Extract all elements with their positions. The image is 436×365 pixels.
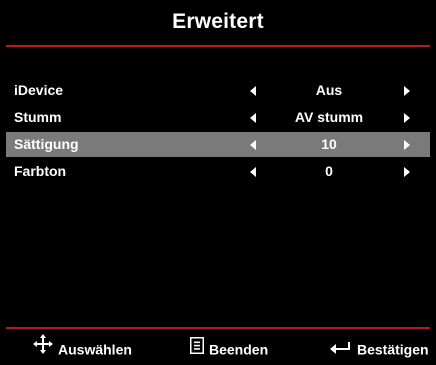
setting-value: 0 bbox=[325, 163, 333, 179]
setting-value: AV stumm bbox=[294, 109, 364, 125]
setting-label: iDevice bbox=[14, 82, 64, 98]
arrow-right-icon[interactable] bbox=[404, 86, 410, 96]
confirm-label: Bestätigen bbox=[357, 341, 429, 358]
footer-divider bbox=[6, 327, 430, 329]
setting-row-stumm[interactable]: Stumm AV stumm bbox=[6, 105, 430, 130]
four-way-arrows-icon bbox=[33, 334, 53, 364]
setting-value: 10 bbox=[321, 136, 337, 152]
arrow-left-icon[interactable] bbox=[250, 113, 256, 123]
osd-menu-screen: Erweitert iDevice Aus Stumm AV stumm Sät… bbox=[0, 0, 436, 365]
setting-row-farbton[interactable]: Farbton 0 bbox=[6, 159, 430, 184]
arrow-right-icon[interactable] bbox=[404, 140, 410, 150]
arrow-left-icon[interactable] bbox=[250, 86, 256, 96]
select-label: Auswählen bbox=[58, 341, 132, 358]
arrow-left-icon[interactable] bbox=[250, 140, 256, 150]
settings-list: iDevice Aus Stumm AV stumm Sättigung 10 … bbox=[6, 78, 430, 186]
arrow-left-icon[interactable] bbox=[250, 167, 256, 177]
setting-label: Sättigung bbox=[14, 136, 79, 152]
arrow-right-icon[interactable] bbox=[404, 167, 410, 177]
setting-label: Stumm bbox=[14, 109, 62, 125]
setting-row-idevice[interactable]: iDevice Aus bbox=[6, 78, 430, 103]
footer-confirm-hint: Bestätigen bbox=[330, 333, 429, 363]
title-divider bbox=[6, 45, 430, 47]
footer-hints: Auswählen Beenden Bestätigen bbox=[0, 333, 436, 363]
exit-label: Beenden bbox=[209, 341, 269, 358]
menu-title: Erweitert bbox=[172, 10, 264, 33]
setting-value: Aus bbox=[315, 82, 343, 98]
setting-row-saettigung[interactable]: Sättigung 10 bbox=[6, 132, 430, 157]
enter-arrow-icon bbox=[330, 334, 352, 364]
footer-exit-hint: Beenden bbox=[190, 333, 268, 363]
setting-label: Farbton bbox=[14, 163, 67, 179]
arrow-right-icon[interactable] bbox=[404, 113, 410, 123]
footer-select-hint: Auswählen bbox=[33, 333, 132, 363]
menu-button-icon bbox=[190, 334, 204, 364]
